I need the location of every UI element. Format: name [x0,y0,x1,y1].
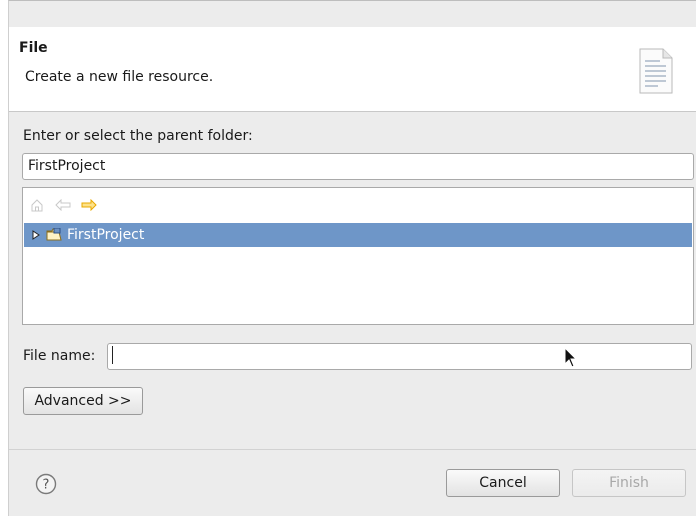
help-icon[interactable]: ? [35,473,57,499]
file-name-input[interactable] [107,343,692,370]
folder-tree[interactable]: FirstProject [22,187,694,325]
advanced-button[interactable]: Advanced >> [23,387,143,415]
mouse-pointer-icon [564,346,578,373]
forward-arrow-icon[interactable] [81,197,97,213]
cancel-button[interactable]: Cancel [446,469,560,497]
project-folder-icon [46,228,64,242]
tree-toolbar [29,195,97,215]
finish-button[interactable]: Finish [572,469,686,497]
tree-item-firstproject[interactable]: FirstProject [24,223,692,247]
file-name-label: File name: [23,348,96,364]
new-file-dialog: File Create a new file resource. Enter o… [8,0,696,516]
tree-item-label: FirstProject [67,227,145,243]
parent-folder-label: Enter or select the parent folder: [23,128,253,144]
wizard-title: File [19,40,48,56]
svg-text:?: ? [43,478,50,493]
home-icon[interactable] [29,197,45,213]
wizard-banner: File Create a new file resource. [9,27,696,112]
text-caret [112,346,113,364]
wizard-subtitle: Create a new file resource. [25,69,214,85]
expand-arrow-icon[interactable] [32,230,42,240]
back-arrow-icon[interactable] [55,197,71,213]
new-file-document-icon [638,47,674,99]
parent-folder-input[interactable]: FirstProject [22,153,694,180]
footer-separator [9,449,696,450]
